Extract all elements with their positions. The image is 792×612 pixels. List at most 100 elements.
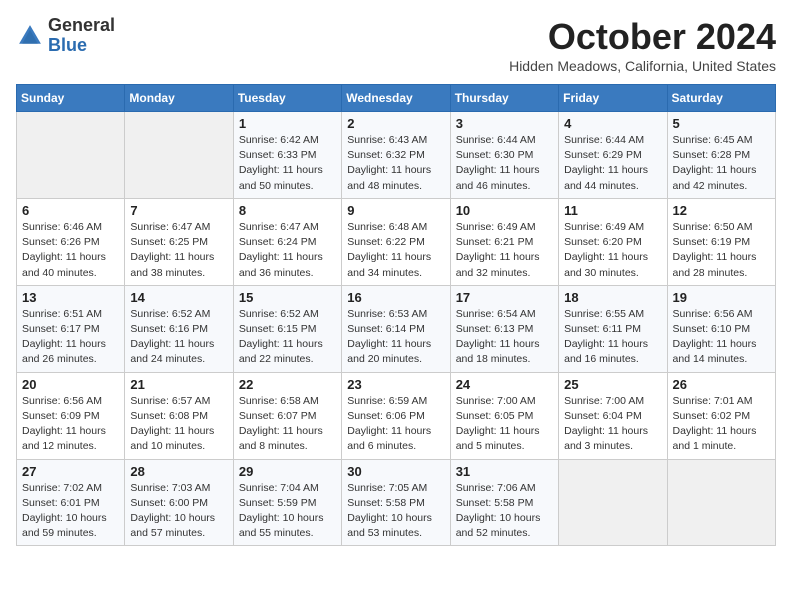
day-info: Sunrise: 7:03 AM Sunset: 6:00 PM Dayligh… xyxy=(130,481,227,542)
calendar-cell: 11Sunrise: 6:49 AM Sunset: 6:20 PM Dayli… xyxy=(559,198,667,285)
calendar-week-row: 27 Sunrise: 7:02 AM Sunset: 6:01 PM Dayli… xyxy=(17,459,776,546)
day-number: 15 xyxy=(239,290,336,305)
day-info: Sunrise: 7:06 AM Sunset: 5:58 PM Dayligh… xyxy=(456,481,553,542)
calendar-cell: 26 Sunrise: 7:01 AM Sunset: 6:02 PM Dayli… xyxy=(667,372,775,459)
logo-text: General Blue xyxy=(48,16,115,56)
day-number: 18 xyxy=(564,290,661,305)
calendar-week-row: 13 Sunrise: 6:51 AM Sunset: 6:17 PM Dayli… xyxy=(17,285,776,372)
calendar-cell: 18Sunrise: 6:55 AM Sunset: 6:11 PM Dayli… xyxy=(559,285,667,372)
day-number: 10 xyxy=(456,203,553,218)
day-number: 13 xyxy=(22,290,119,305)
day-info: Sunrise: 7:02 AM Sunset: 6:01 PM Dayligh… xyxy=(22,481,119,542)
calendar-cell: 16Sunrise: 6:53 AM Sunset: 6:14 PM Dayli… xyxy=(342,285,450,372)
day-info: Sunrise: 6:45 AM Sunset: 6:28 PM Dayligh… xyxy=(673,133,770,194)
day-info: Sunrise: 6:50 AM Sunset: 6:19 PM Dayligh… xyxy=(673,220,770,281)
calendar-day-header: Tuesday xyxy=(233,85,341,112)
page-header: General Blue October 2024 Hidden Meadows… xyxy=(16,16,776,74)
calendar-cell: 19 Sunrise: 6:56 AM Sunset: 6:10 PM Dayli… xyxy=(667,285,775,372)
day-info: Sunrise: 6:52 AM Sunset: 6:16 PM Dayligh… xyxy=(130,307,227,368)
day-info: Sunrise: 6:42 AM Sunset: 6:33 PM Dayligh… xyxy=(239,133,336,194)
calendar-cell xyxy=(125,112,233,199)
day-number: 11 xyxy=(564,203,661,218)
calendar-day-header: Saturday xyxy=(667,85,775,112)
title-area: October 2024 Hidden Meadows, California,… xyxy=(509,16,776,74)
day-info: Sunrise: 6:56 AM Sunset: 6:09 PM Dayligh… xyxy=(22,394,119,455)
calendar-cell: 21Sunrise: 6:57 AM Sunset: 6:08 PM Dayli… xyxy=(125,372,233,459)
day-info: Sunrise: 6:47 AM Sunset: 6:24 PM Dayligh… xyxy=(239,220,336,281)
calendar-cell: 7Sunrise: 6:47 AM Sunset: 6:25 PM Daylig… xyxy=(125,198,233,285)
calendar-cell: 9 Sunrise: 6:48 AM Sunset: 6:22 PM Daylig… xyxy=(342,198,450,285)
day-info: Sunrise: 6:59 AM Sunset: 6:06 PM Dayligh… xyxy=(347,394,444,455)
calendar-cell: 30Sunrise: 7:05 AM Sunset: 5:58 PM Dayli… xyxy=(342,459,450,546)
month-title: October 2024 xyxy=(509,16,776,58)
day-number: 31 xyxy=(456,464,553,479)
day-number: 30 xyxy=(347,464,444,479)
location: Hidden Meadows, California, United State… xyxy=(509,58,776,74)
calendar-cell: 13 Sunrise: 6:51 AM Sunset: 6:17 PM Dayli… xyxy=(17,285,125,372)
day-info: Sunrise: 6:49 AM Sunset: 6:21 PM Dayligh… xyxy=(456,220,553,281)
calendar-cell: 15 Sunrise: 6:52 AM Sunset: 6:15 PM Dayli… xyxy=(233,285,341,372)
calendar-week-row: 6Sunrise: 6:46 AM Sunset: 6:26 PM Daylig… xyxy=(17,198,776,285)
day-number: 7 xyxy=(130,203,227,218)
day-number: 24 xyxy=(456,377,553,392)
calendar-week-row: 20 Sunrise: 6:56 AM Sunset: 6:09 PM Dayli… xyxy=(17,372,776,459)
calendar-cell: 24 Sunrise: 7:00 AM Sunset: 6:05 PM Dayli… xyxy=(450,372,558,459)
day-number: 8 xyxy=(239,203,336,218)
day-number: 23 xyxy=(347,377,444,392)
calendar-cell: 23 Sunrise: 6:59 AM Sunset: 6:06 PM Dayli… xyxy=(342,372,450,459)
day-info: Sunrise: 7:00 AM Sunset: 6:04 PM Dayligh… xyxy=(564,394,661,455)
calendar-cell: 20 Sunrise: 6:56 AM Sunset: 6:09 PM Dayli… xyxy=(17,372,125,459)
calendar-cell: 29 Sunrise: 7:04 AM Sunset: 5:59 PM Dayli… xyxy=(233,459,341,546)
day-number: 9 xyxy=(347,203,444,218)
day-number: 22 xyxy=(239,377,336,392)
calendar-cell: 10 Sunrise: 6:49 AM Sunset: 6:21 PM Dayli… xyxy=(450,198,558,285)
day-info: Sunrise: 6:48 AM Sunset: 6:22 PM Dayligh… xyxy=(347,220,444,281)
day-number: 14 xyxy=(130,290,227,305)
calendar-cell: 4Sunrise: 6:44 AM Sunset: 6:29 PM Daylig… xyxy=(559,112,667,199)
calendar-cell: 14 Sunrise: 6:52 AM Sunset: 6:16 PM Dayli… xyxy=(125,285,233,372)
day-number: 25 xyxy=(564,377,661,392)
calendar-cell: 5 Sunrise: 6:45 AM Sunset: 6:28 PM Daylig… xyxy=(667,112,775,199)
day-number: 6 xyxy=(22,203,119,218)
calendar-cell xyxy=(559,459,667,546)
calendar-day-header: Wednesday xyxy=(342,85,450,112)
calendar-week-row: 1 Sunrise: 6:42 AM Sunset: 6:33 PM Daylig… xyxy=(17,112,776,199)
logo-icon xyxy=(16,22,44,50)
calendar-cell: 31 Sunrise: 7:06 AM Sunset: 5:58 PM Dayli… xyxy=(450,459,558,546)
calendar-table: SundayMondayTuesdayWednesdayThursdayFrid… xyxy=(16,84,776,546)
calendar-day-header: Sunday xyxy=(17,85,125,112)
calendar-cell: 17 Sunrise: 6:54 AM Sunset: 6:13 PM Dayli… xyxy=(450,285,558,372)
day-info: Sunrise: 6:52 AM Sunset: 6:15 PM Dayligh… xyxy=(239,307,336,368)
day-number: 1 xyxy=(239,116,336,131)
calendar-cell xyxy=(667,459,775,546)
calendar-day-header: Thursday xyxy=(450,85,558,112)
day-number: 3 xyxy=(456,116,553,131)
day-info: Sunrise: 6:51 AM Sunset: 6:17 PM Dayligh… xyxy=(22,307,119,368)
calendar-cell xyxy=(17,112,125,199)
day-number: 29 xyxy=(239,464,336,479)
calendar-cell: 12 Sunrise: 6:50 AM Sunset: 6:19 PM Dayli… xyxy=(667,198,775,285)
calendar-day-header: Monday xyxy=(125,85,233,112)
day-info: Sunrise: 7:00 AM Sunset: 6:05 PM Dayligh… xyxy=(456,394,553,455)
day-number: 17 xyxy=(456,290,553,305)
day-number: 19 xyxy=(673,290,770,305)
calendar-cell: 1 Sunrise: 6:42 AM Sunset: 6:33 PM Daylig… xyxy=(233,112,341,199)
day-number: 12 xyxy=(673,203,770,218)
day-info: Sunrise: 6:54 AM Sunset: 6:13 PM Dayligh… xyxy=(456,307,553,368)
day-info: Sunrise: 7:01 AM Sunset: 6:02 PM Dayligh… xyxy=(673,394,770,455)
day-info: Sunrise: 6:44 AM Sunset: 6:29 PM Dayligh… xyxy=(564,133,661,194)
day-number: 26 xyxy=(673,377,770,392)
day-number: 20 xyxy=(22,377,119,392)
day-info: Sunrise: 6:44 AM Sunset: 6:30 PM Dayligh… xyxy=(456,133,553,194)
calendar-cell: 27 Sunrise: 7:02 AM Sunset: 6:01 PM Dayli… xyxy=(17,459,125,546)
day-number: 27 xyxy=(22,464,119,479)
calendar-cell: 6Sunrise: 6:46 AM Sunset: 6:26 PM Daylig… xyxy=(17,198,125,285)
day-number: 28 xyxy=(130,464,227,479)
calendar-cell: 8 Sunrise: 6:47 AM Sunset: 6:24 PM Daylig… xyxy=(233,198,341,285)
day-info: Sunrise: 7:04 AM Sunset: 5:59 PM Dayligh… xyxy=(239,481,336,542)
day-info: Sunrise: 6:56 AM Sunset: 6:10 PM Dayligh… xyxy=(673,307,770,368)
calendar-day-header: Friday xyxy=(559,85,667,112)
day-number: 21 xyxy=(130,377,227,392)
logo: General Blue xyxy=(16,16,115,56)
day-number: 5 xyxy=(673,116,770,131)
